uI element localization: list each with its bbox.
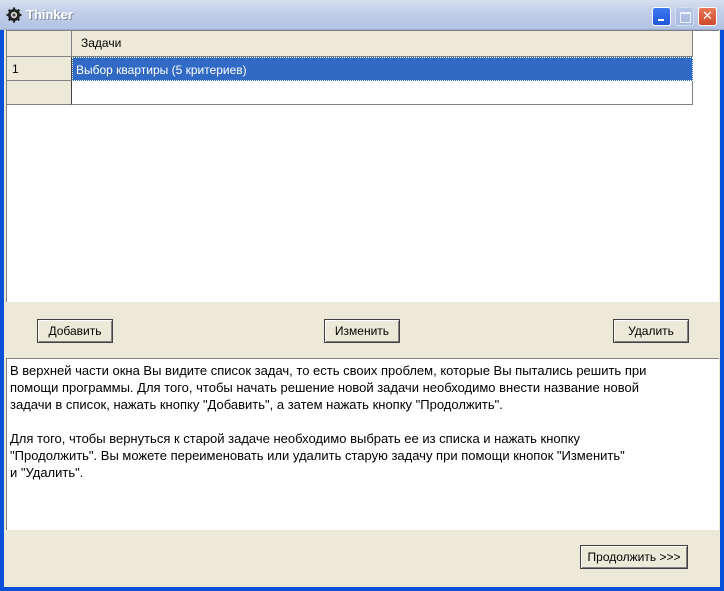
- edit-button[interactable]: Изменить: [324, 319, 400, 343]
- task-actions-bar: Добавить Изменить Удалить: [4, 302, 720, 358]
- client-area: Задачи 1 Выбор квартиры (5 критериев) До…: [4, 30, 720, 587]
- bottom-bar: Продолжить >>>: [4, 530, 720, 587]
- help-paragraph-2: Для того, чтобы вернуться к старой задач…: [10, 431, 625, 480]
- table-row[interactable]: 1 Выбор квартиры (5 критериев): [7, 57, 693, 81]
- tasks-grid[interactable]: Задачи 1 Выбор квартиры (5 критериев): [6, 30, 719, 302]
- maximize-icon: [676, 8, 693, 25]
- row-number[interactable]: [7, 81, 72, 105]
- grid-corner-header: [7, 31, 72, 57]
- row-number[interactable]: 1: [7, 57, 72, 81]
- help-text-panel: В верхней части окна Вы видите список за…: [6, 358, 719, 530]
- add-button[interactable]: Добавить: [37, 319, 113, 343]
- maximize-button[interactable]: [675, 7, 694, 26]
- minimize-icon: [653, 8, 670, 25]
- delete-button[interactable]: Удалить: [613, 319, 689, 343]
- app-window: Thinker ✕ Задачи 1 Выбор квартиры (5 кри…: [0, 0, 724, 591]
- task-cell[interactable]: [72, 81, 693, 105]
- title-bar[interactable]: Thinker ✕: [0, 0, 724, 30]
- close-icon: ✕: [702, 9, 713, 24]
- close-button[interactable]: ✕: [698, 7, 717, 26]
- minimize-button[interactable]: [652, 7, 671, 26]
- help-paragraph-1: В верхней части окна Вы видите список за…: [10, 363, 647, 412]
- tasks-column-header[interactable]: Задачи: [72, 31, 693, 57]
- task-cell[interactable]: Выбор квартиры (5 критериев): [72, 57, 693, 81]
- table-row[interactable]: [7, 81, 693, 105]
- gear-icon: [6, 7, 22, 23]
- continue-button[interactable]: Продолжить >>>: [580, 545, 688, 569]
- window-title: Thinker: [26, 7, 73, 22]
